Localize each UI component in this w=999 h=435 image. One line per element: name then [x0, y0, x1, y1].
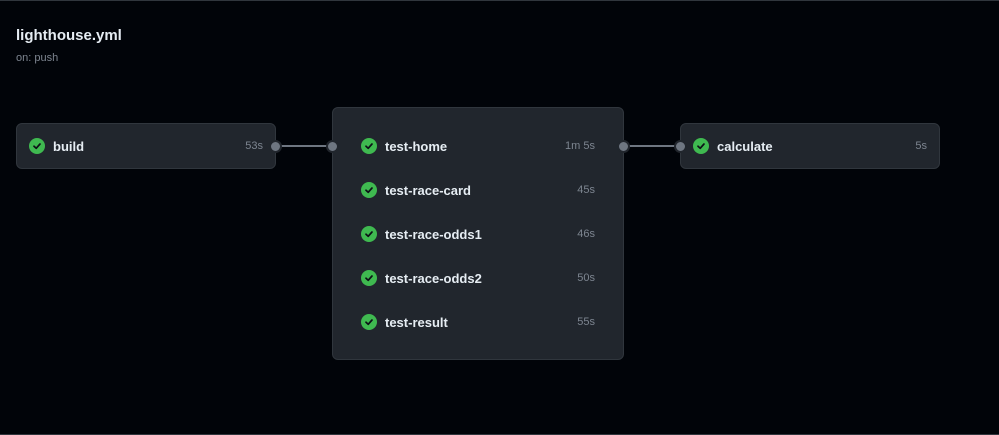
job-name: calculate [717, 138, 773, 154]
job-duration: 50s [577, 272, 595, 284]
job-test-race-odds2[interactable]: test-race-odds2 50s [333, 256, 623, 300]
job-duration: 55s [577, 316, 595, 328]
job-test-home[interactable]: test-home 1m 5s [333, 124, 623, 168]
check-circle-icon [361, 314, 377, 330]
job-name: test-race-odds1 [385, 226, 482, 242]
check-circle-icon [361, 270, 377, 286]
job-test-result[interactable]: test-result 55s [333, 300, 623, 344]
check-circle-icon [693, 138, 709, 154]
port-tests-out [617, 140, 630, 153]
port-tests-in [326, 140, 339, 153]
edge-tests-to-calculate [624, 145, 680, 147]
check-circle-icon [29, 138, 45, 154]
check-circle-icon [361, 226, 377, 242]
job-duration: 45s [577, 184, 595, 196]
check-circle-icon [361, 182, 377, 198]
workflow-graph: lighthouse.yml on: push build 53s test-h… [0, 0, 999, 435]
workflow-header: lighthouse.yml on: push [16, 26, 122, 66]
job-name: test-result [385, 314, 448, 330]
stage-tests-card: test-home 1m 5s test-race-card 45s test-… [332, 107, 624, 360]
job-name: test-race-card [385, 182, 471, 198]
job-test-race-odds1[interactable]: test-race-odds1 46s [333, 212, 623, 256]
check-circle-icon [361, 138, 377, 154]
job-name: test-home [385, 138, 448, 154]
job-duration: 53s [245, 140, 263, 152]
port-calculate-in [674, 140, 687, 153]
job-duration: 5s [915, 140, 927, 152]
stage-build-card: build 53s [16, 123, 276, 169]
stage-calculate-card: calculate 5s [680, 123, 940, 169]
edge-build-to-tests [276, 145, 332, 147]
workflow-trigger: on: push [16, 52, 59, 64]
job-duration: 46s [577, 228, 595, 240]
port-build-out [269, 140, 282, 153]
job-build[interactable]: build 53s [17, 124, 275, 168]
job-name: build [53, 138, 85, 154]
job-name: test-race-odds2 [385, 270, 482, 286]
job-duration: 1m 5s [565, 140, 595, 152]
job-calculate[interactable]: calculate 5s [681, 124, 939, 168]
workflow-title[interactable]: lighthouse.yml [16, 26, 122, 46]
job-test-race-card[interactable]: test-race-card 45s [333, 168, 623, 212]
